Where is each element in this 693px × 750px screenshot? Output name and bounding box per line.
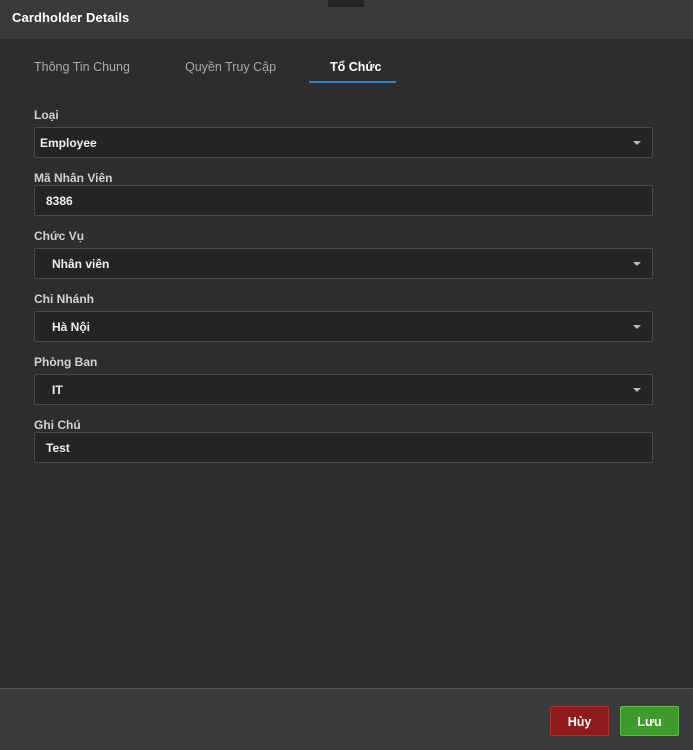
department-select[interactable]: IT <box>34 374 653 405</box>
employee-id-input[interactable]: 8386 <box>34 185 653 216</box>
employee-id-label: Mã Nhân Viên <box>34 171 113 185</box>
position-label: Chức Vụ <box>34 229 85 243</box>
tab-organization[interactable]: Tổ Chức <box>330 60 381 74</box>
chevron-down-icon <box>633 325 641 329</box>
cancel-button[interactable]: Hủy <box>550 706 609 736</box>
department-select-value: IT <box>52 383 63 397</box>
title-bar-grip[interactable] <box>328 0 364 7</box>
dialog-footer: Hủy Lưu <box>0 688 693 750</box>
position-select-value: Nhân viên <box>52 257 110 271</box>
tab-general-info[interactable]: Thông Tin Chung <box>34 60 130 74</box>
branch-select[interactable]: Hà Nội <box>34 311 653 342</box>
note-label: Ghi Chú <box>34 418 81 432</box>
title-bar: Cardholder Details <box>0 0 693 39</box>
chevron-down-icon <box>633 388 641 392</box>
active-tab-indicator <box>309 81 396 83</box>
dialog-title: Cardholder Details <box>12 10 130 25</box>
tab-access-rights[interactable]: Quyền Truy Cập <box>185 60 276 74</box>
branch-label: Chi Nhánh <box>34 292 94 306</box>
type-select[interactable]: Employee <box>34 127 653 158</box>
type-select-value: Employee <box>40 136 97 150</box>
department-label: Phòng Ban <box>34 355 98 369</box>
note-value: Test <box>46 441 70 455</box>
tab-bar: Thông Tin Chung Quyền Truy Cập Tổ Chức <box>0 39 693 86</box>
position-select[interactable]: Nhân viên <box>34 248 653 279</box>
chevron-down-icon <box>633 262 641 266</box>
chevron-down-icon <box>633 141 641 145</box>
save-button[interactable]: Lưu <box>620 706 679 736</box>
branch-select-value: Hà Nội <box>52 320 91 334</box>
employee-id-value: 8386 <box>46 194 73 208</box>
note-input[interactable]: Test <box>34 432 653 463</box>
type-label: Loại <box>34 108 59 122</box>
cardholder-details-dialog: Cardholder Details Thông Tin Chung Quyền… <box>0 0 693 750</box>
